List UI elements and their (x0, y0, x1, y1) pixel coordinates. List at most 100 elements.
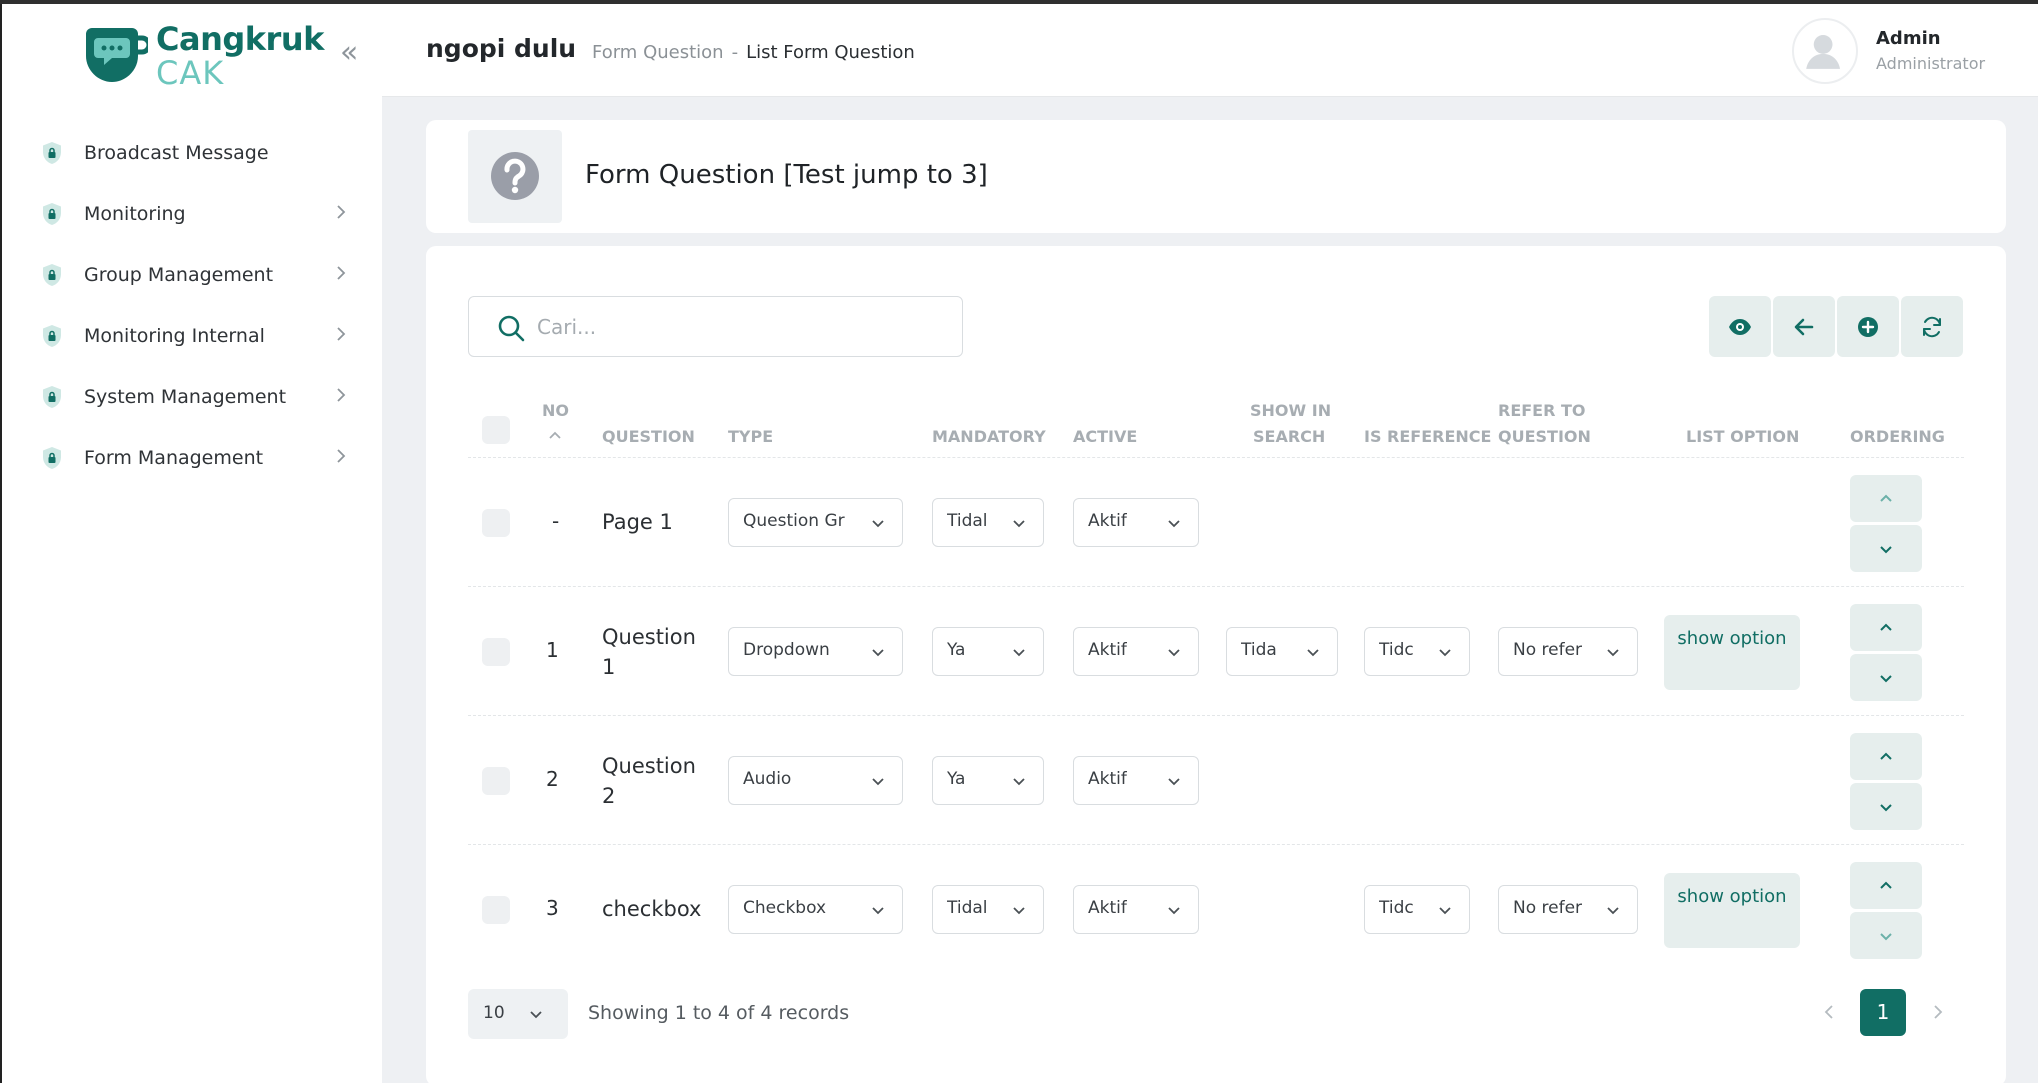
chevron-down-icon (872, 778, 884, 786)
row-question-line2: 2 (602, 784, 616, 808)
refresh-button[interactable] (1901, 296, 1963, 357)
shield-lock-icon (43, 263, 61, 286)
is-reference-select[interactable]: Tidc (1364, 885, 1470, 934)
form-question-table-card: NO QUESTION TYPE MANDATORY ACTIVE SHOW I… (426, 246, 2006, 1083)
column-is-reference: IS REFERENCE (1364, 427, 1492, 446)
search-icon (498, 315, 525, 342)
move-up-button[interactable] (1850, 475, 1922, 522)
coffee-cup-logo-icon (86, 28, 148, 82)
question-circle-icon (491, 152, 539, 200)
table-header: NO QUESTION TYPE MANDATORY ACTIVE SHOW I… (468, 386, 1964, 458)
type-select[interactable]: Question Gr (728, 498, 903, 547)
breadcrumb-separator: - (731, 42, 739, 63)
refer-to-question-select[interactable]: No refer (1498, 627, 1638, 676)
type-value: Audio (743, 769, 792, 789)
row-checkbox[interactable] (482, 638, 510, 666)
chevron-down-icon (1880, 932, 1892, 940)
sidebar-item-label: Monitoring (84, 202, 186, 225)
mandatory-select[interactable]: Ya (932, 627, 1044, 676)
row-question-line1: Question (602, 625, 696, 649)
select-all-checkbox[interactable] (482, 416, 510, 444)
sidebar-item-system-management[interactable]: System Management (2, 366, 384, 427)
sidebar-item-monitoring[interactable]: Monitoring (2, 183, 384, 244)
view-button[interactable] (1709, 296, 1771, 357)
column-show-in-search-line1: SHOW IN (1250, 401, 1332, 420)
per-page-value: 10 (483, 1003, 505, 1023)
row-checkbox[interactable] (482, 767, 510, 795)
chevron-down-icon (1013, 520, 1025, 528)
table-row: 2 Question 2 Audio Ya Aktif (468, 717, 1964, 845)
row-number: - (552, 509, 560, 533)
is-reference-select[interactable]: Tidc (1364, 627, 1470, 676)
records-info: Showing 1 to 4 of 4 records (588, 1002, 850, 1024)
table-row: - Page 1 Question Gr Tidal Aktif (468, 459, 1964, 587)
search-input[interactable] (537, 309, 937, 345)
sidebar-item-label: System Management (84, 385, 287, 408)
arrow-left-icon (1794, 318, 1814, 335)
shield-lock-icon (43, 385, 61, 408)
row-checkbox[interactable] (482, 896, 510, 924)
app-title: ngopi dulu (426, 34, 577, 63)
column-show-in-search-line2: SEARCH (1253, 427, 1326, 446)
brand-logo[interactable]: Cangkruk CAK (72, 20, 324, 92)
back-button[interactable] (1773, 296, 1835, 357)
show-option-button[interactable]: show option (1664, 873, 1800, 948)
sidebar-item-group-management[interactable]: Group Management (2, 244, 384, 305)
collapse-sidebar-button[interactable]: « (340, 38, 358, 68)
chevron-down-icon (872, 907, 884, 915)
is-reference-value: Tidc (1379, 898, 1414, 918)
breadcrumb-parent[interactable]: Form Question (592, 42, 724, 63)
sort-asc-icon[interactable] (548, 430, 562, 440)
avatar[interactable] (1792, 18, 1858, 84)
show-in-search-select[interactable]: Tida (1226, 627, 1338, 676)
mandatory-select[interactable]: Tidal (932, 498, 1044, 547)
sidebar-item-monitoring-internal[interactable]: Monitoring Internal (2, 305, 384, 366)
row-checkbox[interactable] (482, 509, 510, 537)
add-question-button[interactable] (1837, 296, 1899, 357)
sidebar-item-broadcast-message[interactable]: Broadcast Message (2, 122, 384, 183)
active-select[interactable]: Aktif (1073, 885, 1199, 934)
pagination-next-icon[interactable] (1928, 1002, 1948, 1022)
active-value: Aktif (1088, 769, 1127, 789)
mandatory-value: Ya (947, 640, 966, 660)
breadcrumb-current: List Form Question (746, 42, 915, 63)
move-down-button[interactable] (1850, 525, 1922, 572)
per-page-select[interactable]: 10 (468, 989, 568, 1039)
type-select[interactable]: Checkbox (728, 885, 903, 934)
shield-lock-icon (43, 446, 61, 469)
move-down-button[interactable] (1850, 912, 1922, 959)
show-option-button[interactable]: show option (1664, 615, 1800, 690)
move-up-button[interactable] (1850, 733, 1922, 780)
pagination-prev-icon[interactable] (1819, 1002, 1839, 1022)
search-box (468, 296, 963, 357)
chevron-up-icon (1880, 623, 1892, 631)
active-value: Aktif (1088, 640, 1127, 660)
pagination-page-current[interactable]: 1 (1860, 989, 1906, 1036)
column-question: QUESTION (602, 427, 695, 446)
mandatory-select[interactable]: Tidal (932, 885, 1044, 934)
move-up-button[interactable] (1850, 862, 1922, 909)
show-in-search-value: Tida (1241, 640, 1277, 660)
sidebar-item-label: Group Management (84, 263, 274, 286)
mandatory-select[interactable]: Ya (932, 756, 1044, 805)
chevron-down-icon (1439, 907, 1451, 915)
breadcrumb: Form Question - List Form Question (592, 42, 915, 63)
column-refer-to-line2: QUESTION (1498, 427, 1591, 446)
type-select[interactable]: Dropdown (728, 627, 903, 676)
type-select[interactable]: Audio (728, 756, 903, 805)
sidebar-item-form-management[interactable]: Form Management (2, 427, 384, 488)
active-select[interactable]: Aktif (1073, 498, 1199, 547)
active-select[interactable]: Aktif (1073, 756, 1199, 805)
user-name: Admin (1876, 28, 1941, 49)
move-up-button[interactable] (1850, 604, 1922, 651)
row-question: Question 1 (602, 622, 696, 682)
page-title-card: Form Question [Test jump to 3] (426, 120, 2006, 233)
row-number: 1 (546, 638, 559, 662)
move-down-button[interactable] (1850, 783, 1922, 830)
row-question: Page 1 (602, 510, 673, 534)
active-select[interactable]: Aktif (1073, 627, 1199, 676)
refer-to-question-select[interactable]: No refer (1498, 885, 1638, 934)
column-no[interactable]: NO (542, 398, 569, 424)
sidebar-item-label: Form Management (84, 446, 264, 469)
move-down-button[interactable] (1850, 654, 1922, 701)
